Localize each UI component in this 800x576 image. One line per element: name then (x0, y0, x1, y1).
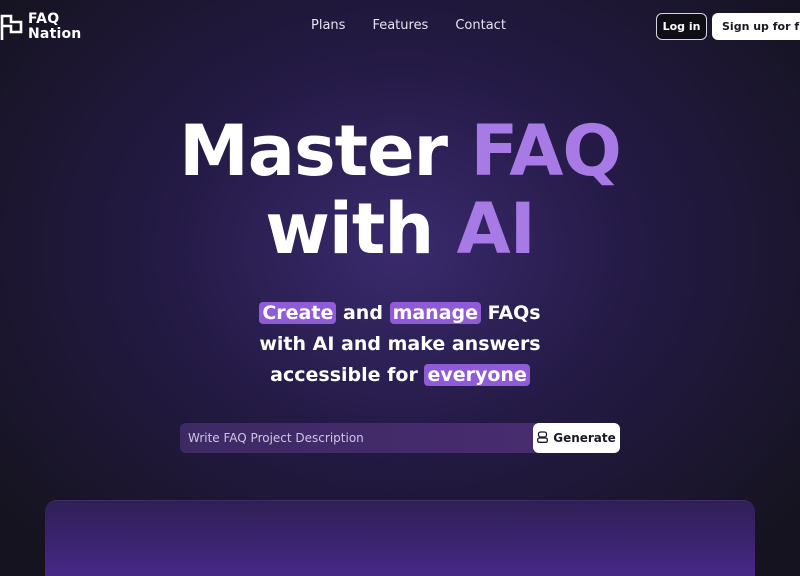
brand-line2: Nation (28, 26, 82, 42)
app-preview-card (45, 500, 755, 576)
generate-button[interactable]: Generate (533, 423, 620, 453)
hero-title: Master FAQ with AI (0, 112, 800, 268)
signup-button[interactable]: Sign up for free (712, 13, 800, 40)
subtitle-line2: with AI and make answers (259, 333, 541, 355)
highlight-everyone: everyone (424, 364, 530, 386)
flag-icon (0, 12, 24, 42)
top-nav: FAQ Nation Plans Features Contact Log in… (0, 0, 800, 52)
hero-title-word: Master (179, 110, 448, 192)
subtitle-text: and (342, 302, 383, 324)
generate-label: Generate (553, 431, 616, 445)
highlight-create: Create (259, 302, 337, 324)
nav-link-contact[interactable]: Contact (455, 18, 506, 33)
nav-link-plans[interactable]: Plans (311, 18, 345, 33)
highlight-manage: manage (389, 302, 482, 324)
brand-logo[interactable]: FAQ Nation (0, 10, 81, 44)
login-button[interactable]: Log in (656, 13, 707, 40)
hero-title-accent-faq: FAQ (470, 110, 621, 192)
hero-title-accent-ai: AI (456, 188, 536, 270)
subtitle-text: FAQs (487, 302, 541, 324)
robot-icon (537, 430, 549, 446)
nav-links: Plans Features Contact (311, 18, 533, 33)
project-description-form: Generate (180, 423, 620, 453)
brand-line1: FAQ (28, 11, 60, 27)
hero-subtitle: Create and manage FAQs with AI and make … (0, 298, 800, 391)
subtitle-text: accessible for (270, 364, 418, 386)
nav-link-features[interactable]: Features (372, 18, 428, 33)
hero-title-word: with (265, 188, 434, 270)
brand-name: FAQ Nation (28, 12, 81, 42)
